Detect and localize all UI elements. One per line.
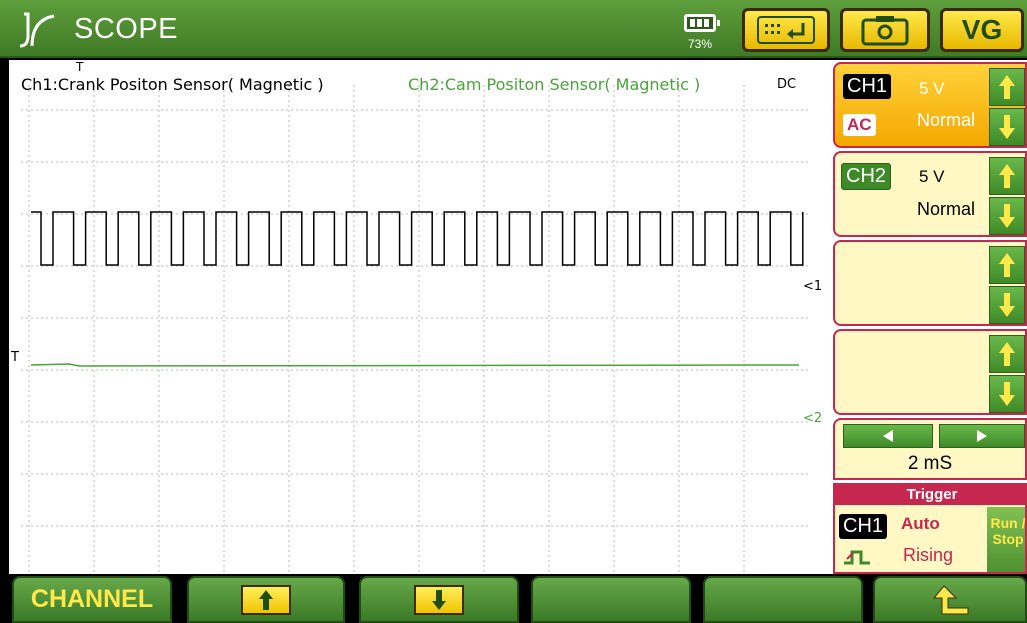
trigger-edge[interactable]: Rising [903,545,953,566]
move-down-button[interactable] [359,576,519,623]
battery-percent: 73% [688,37,713,51]
back-button[interactable] [873,576,1027,623]
blank-softkey-2[interactable] [703,576,863,623]
arrow-down-icon [999,204,1015,228]
ch1-coupling-ac[interactable]: AC [843,114,876,136]
keyboard-enter-icon [757,16,815,44]
timebase-settings: 2 mS [833,418,1027,480]
timebase-decrease-button[interactable] [843,424,933,448]
ch3-settings-empty[interactable] [833,240,1027,326]
trigger-title: Trigger [835,485,1025,505]
ch4-up-button[interactable] [989,335,1025,373]
arrow-down-icon [999,115,1015,139]
run-stop-button[interactable]: Run / Stop [987,507,1025,572]
ch3-down-button[interactable] [989,286,1025,324]
ch1-badge: CH1 [843,74,892,99]
ch2-volts-up-button[interactable] [989,157,1025,195]
arrow-up-icon [999,75,1015,99]
arrow-down-icon [414,584,464,615]
vg-label: VG [961,14,1003,45]
arrow-down-icon [999,293,1015,317]
arrow-left-icon [883,430,893,442]
timebase-value: 2 mS [907,453,953,474]
ch2-settings[interactable]: CH2 5 V Normal [833,151,1027,237]
ch2-label: Ch2:Cam Positon Sensor( Magnetic ) [408,75,701,94]
ch1-mode: Normal [917,110,976,130]
scope-grid [21,85,809,574]
control-panel: CH1 5 V AC Normal CH2 5 V Normal 2 mS Tr… [830,60,1027,574]
logo-icon [19,12,55,48]
app-title: SCOPE [74,13,179,45]
vg-button[interactable]: VG [940,8,1024,52]
move-up-button[interactable] [187,576,345,623]
back-icon [932,584,969,614]
ch1-offset-marker[interactable]: <1 [803,279,822,294]
ch4-settings-empty[interactable] [833,329,1027,415]
channel-label: CHANNEL [30,585,154,613]
ch2-offset-marker[interactable]: <2 [803,411,822,426]
ch3-up-button[interactable] [989,246,1025,284]
ch2-volts-down-button[interactable] [989,197,1025,235]
ch1-volts: 5 V [919,79,945,98]
trigger-source-badge[interactable]: CH1 [839,514,888,539]
arrow-up-icon [999,342,1015,366]
title-bar: SCOPE 73% VG [0,0,1027,58]
ch1-volts-up-button[interactable] [989,68,1025,106]
bottom-toolbar: CHANNEL [0,574,1027,623]
arrow-right-icon [977,430,987,442]
ch1-settings[interactable]: CH1 5 V AC Normal [833,62,1027,148]
trigger-mode[interactable]: Auto [901,514,940,534]
battery-icon [684,14,720,32]
arrow-up-icon [999,253,1015,277]
keyboard-enter-button[interactable] [742,8,830,52]
ch2-volts: 5 V [919,167,945,186]
ch2-badge: CH2 [841,163,892,190]
ch1-label: Ch1:Crank Positon Sensor( Magnetic ) [21,75,324,94]
trigger-time-marker[interactable]: T [76,60,83,74]
ch2-mode: Normal [917,199,976,219]
camera-button[interactable] [840,8,930,52]
arrow-up-icon [241,584,291,615]
ch2-trace [30,363,800,367]
coupling-label: DC [777,77,797,92]
camera-icon [861,16,909,46]
arrow-up-icon [999,164,1015,188]
ch1-trace [31,211,804,266]
arrow-down-icon [999,382,1015,406]
ch1-volts-down-button[interactable] [989,108,1025,146]
blank-softkey-1[interactable] [531,576,691,623]
channel-button[interactable]: CHANNEL [12,576,172,623]
rising-edge-icon [844,550,870,565]
timebase-increase-button[interactable] [939,424,1025,448]
trigger-settings[interactable]: Trigger CH1 Auto Rising Run / Stop [833,483,1027,574]
scope-display[interactable]: Ch1:Crank Positon Sensor( Magnetic ) Ch2… [9,60,830,574]
trigger-level-marker[interactable]: T [11,350,19,365]
ch4-down-button[interactable] [989,375,1025,413]
